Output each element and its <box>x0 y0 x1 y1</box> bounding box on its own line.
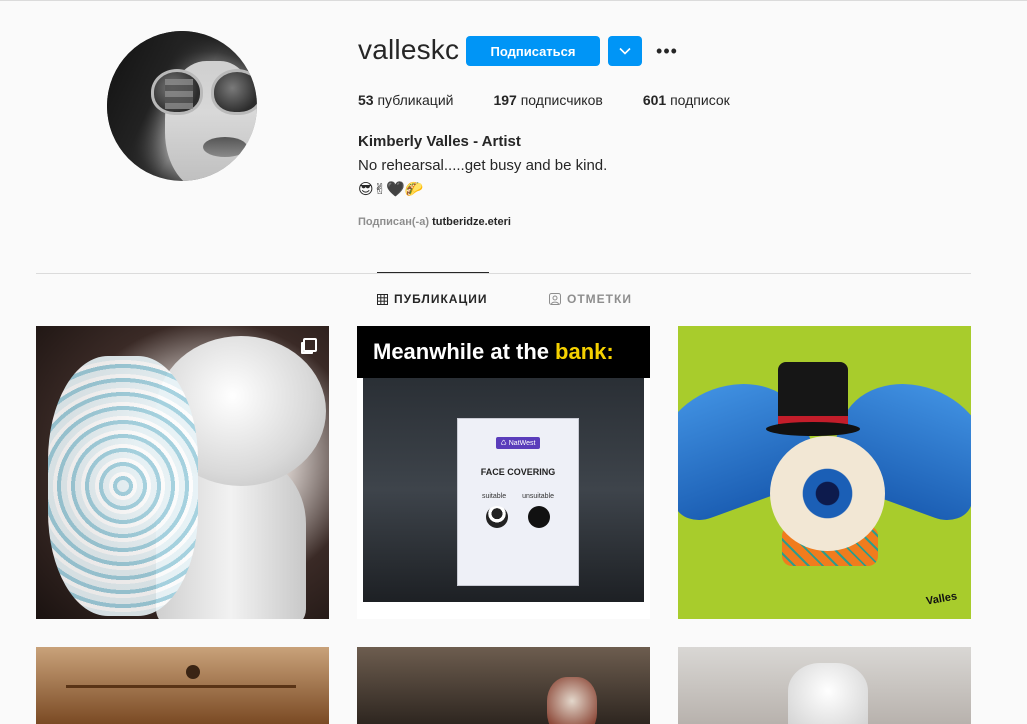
followers-stat[interactable]: 197 подписчиков <box>493 92 602 108</box>
sculpture-fingers <box>48 356 198 616</box>
hat-brim <box>766 422 860 436</box>
following-stat[interactable]: 601 подписок <box>643 92 730 108</box>
face-covering-sign: ♺ NatWest FACE COVERING suitable unsuita… <box>457 418 579 586</box>
profile-bio: No rehearsal.....get busy and be kind. <box>358 157 608 174</box>
tabs-divider <box>36 273 971 274</box>
eyeball <box>770 436 885 551</box>
more-dots-icon: ••• <box>656 40 678 61</box>
post-tile-eyeball-painting[interactable]: Valles <box>678 326 971 619</box>
posts-stat: 53 публикаций <box>358 92 453 108</box>
avatar-lens-right <box>211 69 257 115</box>
drawer <box>66 685 296 724</box>
tab-posts-label: ПУБЛИКАЦИИ <box>394 292 488 306</box>
post-tile-sculpture[interactable] <box>36 326 329 619</box>
followed-by[interactable]: Подписан(-а) tutberidze.eteri <box>358 216 511 228</box>
suggested-dropdown-button[interactable] <box>608 36 642 66</box>
profile-full-name: Kimberly Valles - Artist <box>358 133 521 150</box>
profile-stats: 53 публикаций 197 подписчиков 601 подпис… <box>358 92 770 108</box>
face-mask-icon <box>486 506 508 528</box>
tag-person-icon <box>549 293 561 305</box>
sign-good-label: suitable <box>481 493 507 500</box>
avatar-pixelated-patch <box>165 79 193 109</box>
sign-brand: ♺ NatWest <box>495 437 541 449</box>
meme-title: Meanwhile at the bank: <box>357 326 650 378</box>
meme-title-highlight: bank: <box>555 339 614 364</box>
more-options-button[interactable]: ••• <box>654 38 680 64</box>
profile-avatar[interactable] <box>107 31 257 181</box>
post-tile-wood-cabinet[interactable] <box>36 647 329 724</box>
profile-username: valleskc <box>358 34 460 65</box>
tab-tagged-label: ОТМЕТКИ <box>567 292 632 306</box>
tab-posts[interactable]: ПУБЛИКАЦИИ <box>377 292 487 306</box>
post-tile-studio-hands[interactable] <box>678 647 971 724</box>
sign-labels: suitable unsuitable <box>482 493 554 500</box>
post-tile-studio-mask[interactable] <box>357 647 650 724</box>
carousel-icon <box>303 338 317 352</box>
active-tab-indicator <box>377 272 489 273</box>
followed-by-username[interactable]: tutberidze.eteri <box>432 216 511 228</box>
grid-icon <box>377 293 388 305</box>
top-border <box>0 0 1027 1</box>
profile-bio-emojis: 😎✌🖤🌮 <box>358 180 424 198</box>
mask-figure <box>547 677 597 724</box>
meme-title-text: Meanwhile at the <box>373 339 550 364</box>
artist-signature: Valles <box>924 590 958 608</box>
white-hand-sculpture <box>788 663 868 724</box>
sign-icons <box>486 506 550 528</box>
chevron-down-icon <box>619 47 631 55</box>
followed-by-prefix: Подписан(-а) <box>358 216 429 228</box>
following-label: подписок <box>670 92 730 108</box>
drawer-knob <box>186 665 200 679</box>
post-tile-meme[interactable]: Meanwhile at the bank: ♺ NatWest FACE CO… <box>357 326 650 619</box>
balaclava-icon <box>528 506 550 528</box>
follow-button[interactable]: Подписаться <box>466 36 600 66</box>
sign-title: FACE COVERING <box>480 467 556 477</box>
followers-count: 197 <box>493 92 517 108</box>
avatar-lips <box>203 137 247 157</box>
posts-label: публикаций <box>377 92 454 108</box>
tab-tagged[interactable]: ОТМЕТКИ <box>549 292 632 306</box>
posts-count: 53 <box>358 92 374 108</box>
following-count: 601 <box>642 92 667 108</box>
sign-bad-label: unsuitable <box>522 493 555 500</box>
followers-label: подписчиков <box>520 92 603 108</box>
